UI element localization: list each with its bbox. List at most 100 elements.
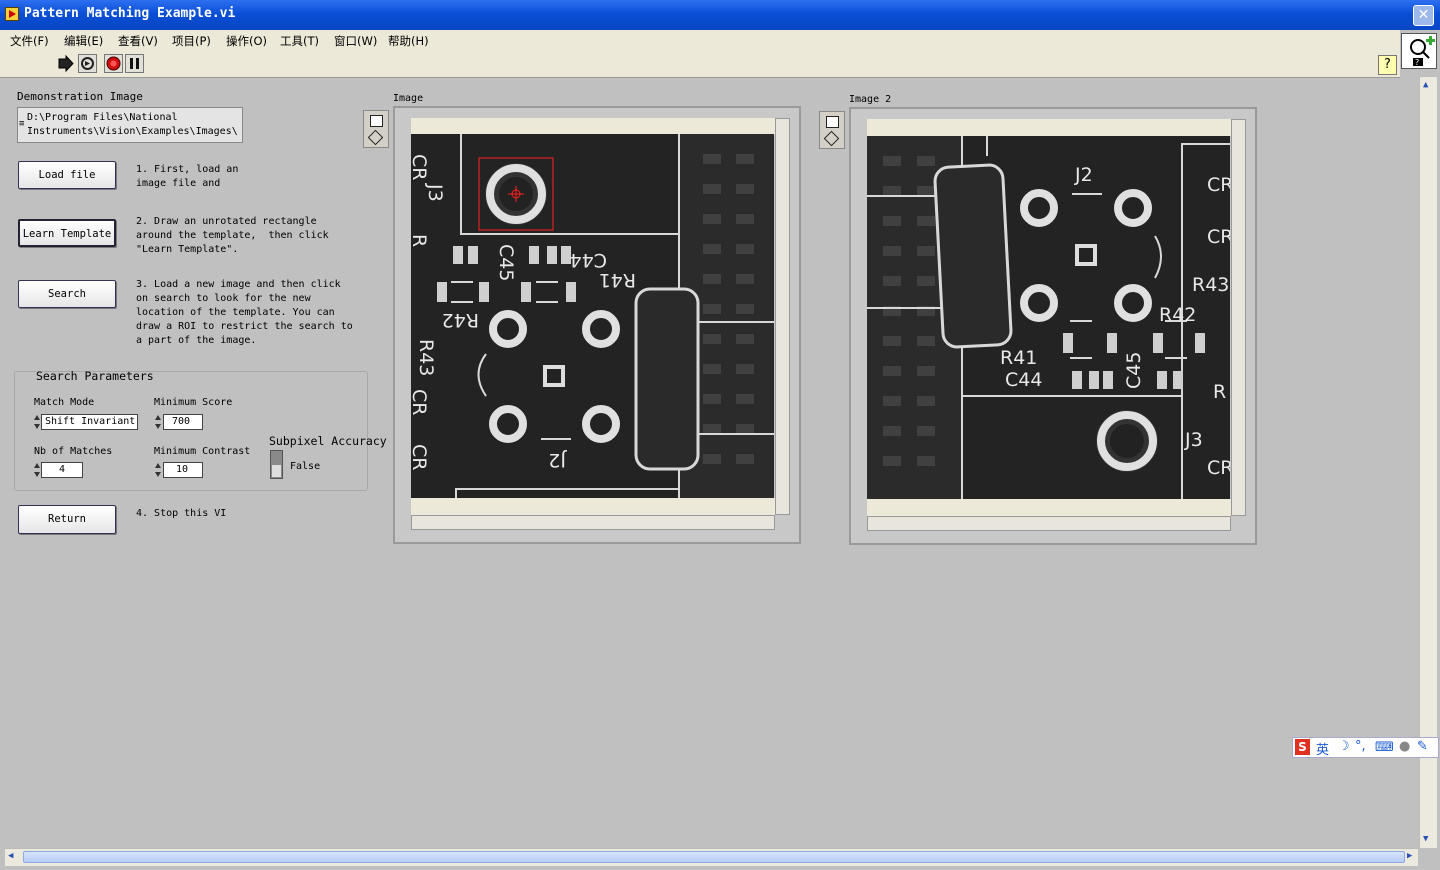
svg-text:R: R [411,234,430,247]
image2-display[interactable]: J2 CR CR R43 R42 R41 C44 C45 J3 CR R [849,107,1257,545]
step3-text: 3. Load a new image and then click on se… [136,279,353,346]
subpixel-value: False [290,461,321,472]
menu-view[interactable]: 查看(V) [118,33,158,49]
image1-tool-palette [363,110,389,148]
nb-matches-input[interactable]: 4 [41,462,83,478]
image2-canvas[interactable]: J2 CR CR R43 R42 R41 C44 C45 J3 CR R [867,136,1230,499]
scroll-thumb[interactable] [23,851,1405,863]
image1-hscroll[interactable] [411,515,775,530]
scroll-up-icon[interactable]: ▲ [1423,80,1428,90]
step1-text: 1. First, load an image file and [136,164,239,189]
image1-label: Image [393,93,424,104]
svg-text:C44: C44 [1005,369,1042,391]
image1-canvas[interactable]: C44 R41 C45 R42 R43 J3 J2 CR CR CR R [411,134,774,498]
nb-matches-stepper[interactable] [34,462,40,478]
min-contrast-stepper[interactable] [155,462,161,478]
wrench-icon[interactable]: ✎ [1417,739,1428,754]
abort-execution-icon[interactable] [104,54,123,73]
match-mode-stepper[interactable] [34,414,40,430]
match-mode-select[interactable]: Shift Invariant [41,414,138,430]
step4-text: 4. Stop this VI [136,508,227,519]
svg-text:R41: R41 [599,269,636,291]
svg-text:CR: CR [1207,226,1230,248]
image2-vscroll[interactable] [1231,119,1246,516]
close-button[interactable]: ✕ [1413,5,1434,26]
learn-template-button[interactable]: Learn Template [18,219,116,247]
min-score-label: Minimum Score [154,397,233,408]
return-button[interactable]: Return [18,505,116,534]
menu-tools[interactable]: 工具(T) [280,33,319,49]
min-contrast-input[interactable]: 10 [163,462,203,478]
ime-language-toggle[interactable]: 英 [1316,739,1329,758]
run-arrow-icon[interactable] [56,54,75,73]
image1-vscroll[interactable] [775,118,790,515]
window-title: Pattern Matching Example.vi [24,6,236,21]
svg-text:J3: J3 [424,183,446,202]
vi-connector-icon: ? [1401,33,1437,69]
menu-file[interactable]: 文件(F) [10,33,49,49]
svg-text:CR: CR [411,154,430,180]
load-file-button[interactable]: Load file [18,161,116,189]
ime-toolbar[interactable]: S 英 ☽ °, ⌨ ● ✎ [1292,737,1439,758]
search-params-title: Search Parameters [36,369,154,383]
svg-text:C45: C45 [495,244,517,281]
image2-hscroll[interactable] [867,516,1231,531]
svg-text:R42: R42 [442,309,479,331]
window-vertical-scrollbar[interactable]: ▲ ▼ [1419,77,1437,848]
scroll-left-icon[interactable]: ◀ [8,851,13,861]
menu-project[interactable]: 项目(P) [172,33,211,49]
subpixel-label: Subpixel Accuracy [269,434,387,448]
min-score-stepper[interactable] [155,414,161,430]
rectangle-tool-icon[interactable] [370,115,383,127]
image1-display[interactable]: C44 R41 C45 R42 R43 J3 J2 CR CR CR R [393,106,801,544]
run-continuously-icon[interactable] [78,54,97,73]
svg-text:C45: C45 [1123,352,1145,389]
path-line-2: Instruments\Vision\Examples\Images\ [27,126,238,137]
path-line-1: D:\Program Files\National [27,112,178,123]
file-path-control[interactable]: ≡ D:\Program Files\National Instruments\… [17,107,243,143]
menu-window[interactable]: 窗口(W) [334,33,377,49]
labview-app-icon [5,7,19,21]
step2-text: 2. Draw an unrotated rectangle around th… [136,216,329,255]
nb-matches-label: Nb of Matches [34,446,113,457]
match-mode-label: Match Mode [34,397,95,408]
title-bar: Pattern Matching Example.vi ✕ [0,0,1440,30]
svg-text:CR: CR [411,444,430,470]
menu-edit[interactable]: 编辑(E) [64,33,103,49]
window-horizontal-scrollbar[interactable]: ◀ ▶ [5,848,1418,866]
keyboard-icon[interactable]: ⌨ [1375,740,1394,755]
svg-text:CR: CR [1207,174,1230,196]
menu-help[interactable]: 帮助(H) [388,33,429,49]
svg-text:R42: R42 [1159,304,1196,326]
image2-label: Image 2 [849,94,892,105]
svg-text:CR: CR [1207,457,1230,479]
punctuation-icon[interactable]: °, [1355,739,1366,754]
rectangle-tool-icon[interactable] [826,116,839,128]
browse-icon[interactable]: ≡ [19,117,24,131]
svg-text:C44: C44 [570,249,607,271]
user-icon[interactable]: ● [1399,739,1410,754]
svg-text:R43: R43 [415,339,437,376]
scroll-right-icon[interactable]: ▶ [1407,851,1412,861]
svg-text:J2: J2 [1074,164,1093,186]
pan-tool-icon[interactable] [823,130,840,147]
svg-text:R43: R43 [1192,274,1229,296]
subpixel-toggle[interactable] [270,450,283,479]
menu-operate[interactable]: 操作(O) [226,33,267,49]
svg-text:J3: J3 [1184,429,1203,451]
pause-icon[interactable] [125,54,144,73]
min-score-input[interactable]: 700 [163,414,203,430]
scroll-down-icon[interactable]: ▼ [1423,834,1428,844]
search-button[interactable]: Search [18,280,116,308]
pan-tool-icon[interactable] [367,129,384,146]
svg-text:R: R [1213,381,1226,403]
svg-text:J2: J2 [548,449,567,471]
svg-text:R41: R41 [1000,347,1037,369]
context-help-button[interactable]: ? [1378,55,1397,75]
moon-icon[interactable]: ☽ [1338,739,1350,754]
svg-text:CR: CR [411,389,430,415]
image2-tool-palette [819,111,845,149]
min-contrast-label: Minimum Contrast [154,446,251,457]
sogou-logo-icon[interactable]: S [1295,739,1310,755]
svg-text:?: ? [1415,58,1419,67]
